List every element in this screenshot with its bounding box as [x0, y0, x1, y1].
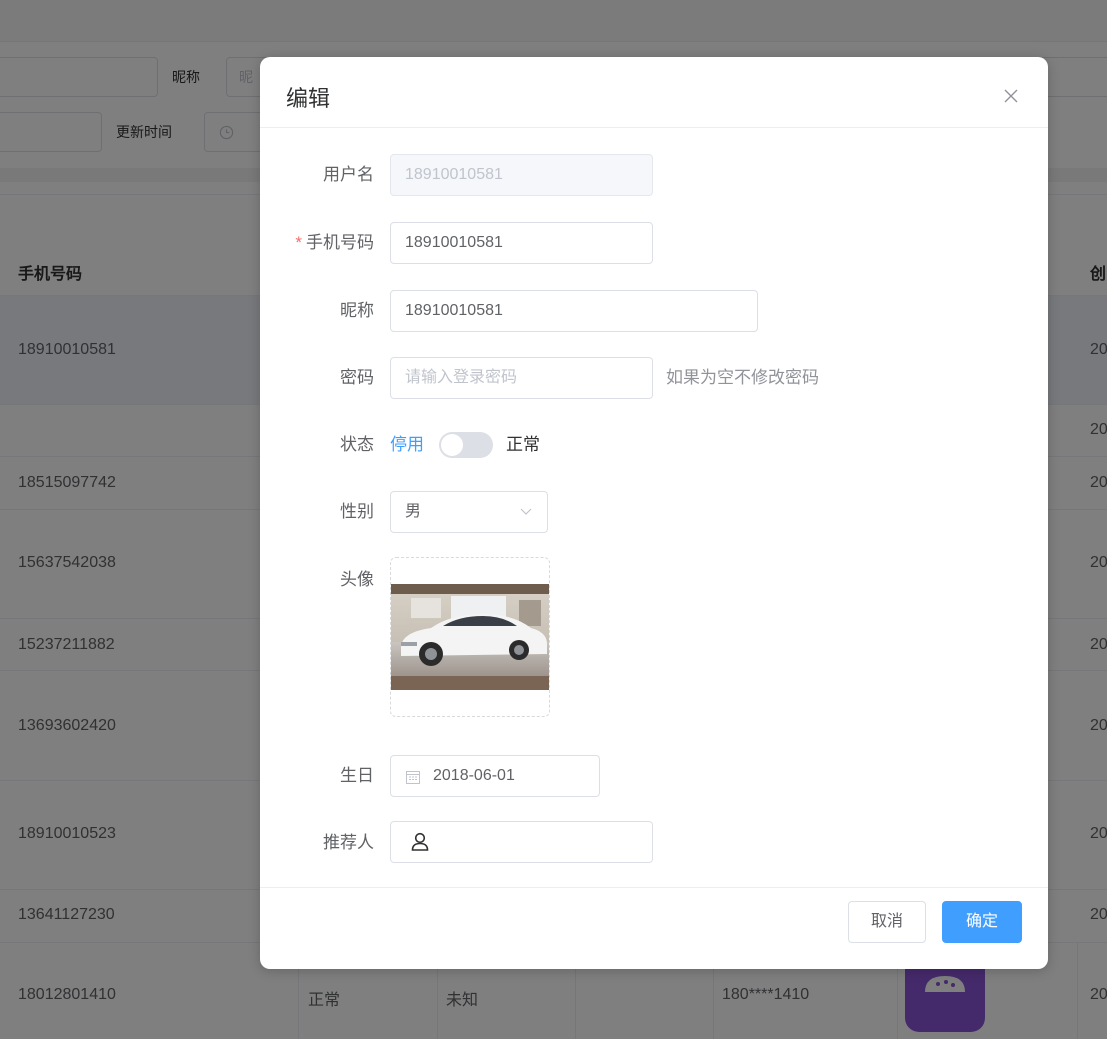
password-hint: 如果为空不修改密码	[666, 368, 819, 387]
status-active-text[interactable]: 正常	[506, 433, 540, 457]
gender-select[interactable]: 男	[390, 491, 548, 533]
gender-label: 性别	[340, 502, 374, 521]
birthday-label: 生日	[340, 766, 374, 785]
confirm-button[interactable]: 确定	[942, 901, 1022, 943]
password-label: 密码	[340, 368, 374, 387]
dialog-header: 编辑	[260, 57, 1048, 128]
car-photo	[391, 584, 549, 690]
phone-label-text: 手机号码	[306, 233, 374, 252]
username-field	[390, 154, 653, 196]
nickname-label: 昵称	[340, 301, 374, 320]
close-icon[interactable]	[1000, 85, 1022, 107]
birthday-picker[interactable]: 2018-06-01	[390, 755, 600, 797]
dialog-title: 编辑	[286, 86, 331, 111]
calendar-icon	[406, 771, 420, 784]
gender-selected-value: 男	[405, 503, 422, 520]
chevron-down-icon	[520, 508, 532, 515]
switch-knob	[441, 434, 463, 456]
username-label: 用户名	[323, 165, 374, 184]
dialog-footer	[260, 887, 1048, 969]
status-label: 状态	[340, 435, 374, 454]
status-inactive-text[interactable]: 停用	[390, 433, 424, 457]
nickname-field[interactable]	[390, 290, 758, 332]
cancel-button[interactable]: 取消	[848, 901, 926, 943]
avatar-uploader[interactable]	[390, 557, 550, 717]
status-switch[interactable]	[439, 432, 493, 458]
required-mark: *	[295, 233, 302, 252]
birthday-value: 2018-06-01	[433, 767, 515, 784]
edit-dialog: 编辑 用户名 *手机号码 昵称 密码 如果为空不修改密码 状态 停用 正常 性别…	[260, 57, 1048, 969]
referrer-label: 推荐人	[323, 833, 374, 852]
referrer-field[interactable]	[390, 821, 653, 863]
phone-field[interactable]	[390, 222, 653, 264]
avatar-label: 头像	[340, 570, 374, 589]
user-icon	[411, 832, 429, 851]
password-field[interactable]	[390, 357, 653, 399]
phone-label: * 手机号码	[260, 231, 374, 255]
